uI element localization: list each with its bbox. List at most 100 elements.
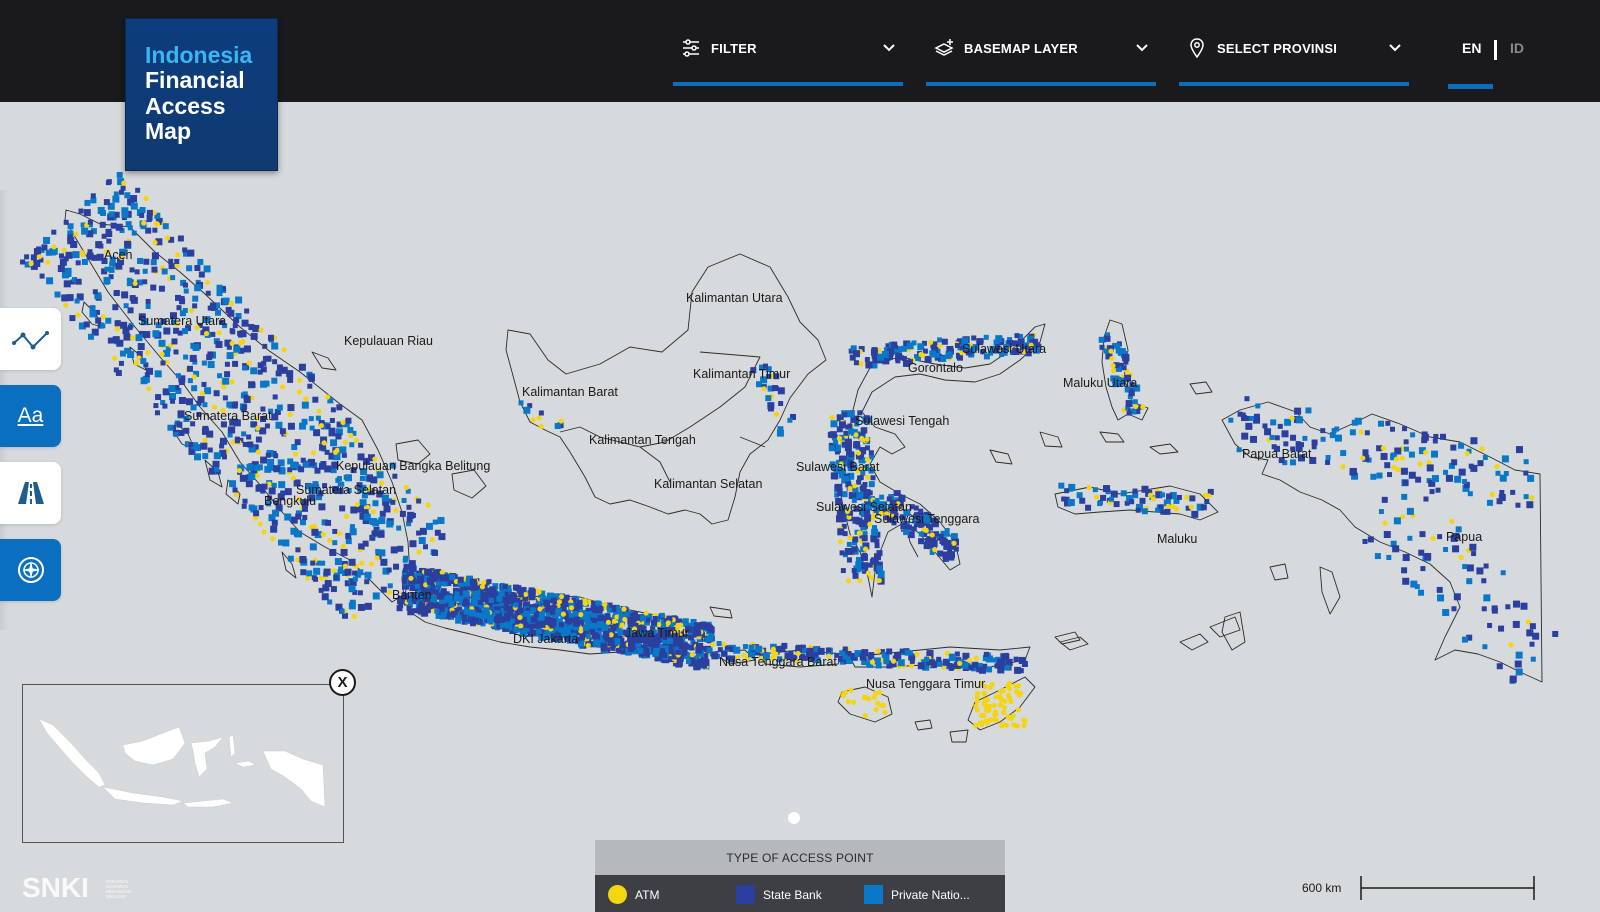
access-point-marker (1437, 534, 1443, 540)
access-point-marker (578, 641, 585, 648)
access-point-marker (1079, 497, 1086, 504)
legend-item-private-bank[interactable]: Private Natio... (864, 885, 970, 904)
access-point-marker (127, 307, 134, 314)
atm-marker (246, 360, 252, 366)
atm-marker (63, 302, 69, 308)
access-point-marker (186, 365, 193, 372)
access-point-marker (1141, 485, 1149, 493)
layers-add-icon (934, 39, 954, 56)
road-icon (17, 482, 44, 504)
access-point-marker (644, 651, 650, 657)
access-point-marker (279, 428, 286, 435)
access-point-marker (118, 360, 124, 366)
atm-marker (914, 651, 920, 658)
lang-en-toggle[interactable]: EN (1462, 40, 1481, 56)
access-point-marker (1241, 432, 1249, 440)
access-point-marker (253, 464, 260, 471)
access-point-marker (103, 199, 110, 206)
atm-marker (848, 687, 854, 693)
access-point-marker (364, 602, 372, 610)
atm-marker (354, 501, 360, 508)
atm-marker (359, 560, 365, 566)
access-point-marker (192, 343, 200, 351)
label-tool-button[interactable]: Aa (0, 385, 61, 447)
access-point-marker (518, 400, 524, 406)
atm-marker (112, 355, 118, 361)
label-banten: Banten (392, 588, 432, 602)
access-point-marker (287, 422, 295, 430)
access-point-marker (1458, 442, 1465, 449)
access-point-marker (390, 546, 398, 554)
atm-marker (538, 423, 544, 430)
lang-id-toggle[interactable]: ID (1510, 40, 1524, 56)
atm-marker (36, 254, 43, 260)
access-point-marker (602, 645, 608, 651)
access-point-marker (1264, 428, 1272, 436)
access-point-marker (87, 249, 93, 255)
access-point-marker (134, 269, 140, 275)
access-point-marker (339, 505, 346, 512)
access-point-marker (523, 622, 529, 628)
access-point-marker (146, 367, 154, 375)
legend-item-atm[interactable]: ATM (608, 885, 659, 904)
access-point-marker (1098, 336, 1105, 343)
atm-marker (121, 180, 127, 186)
access-point-marker (856, 479, 862, 485)
basemap-layer-dropdown[interactable]: BASEMAP LAYER (926, 30, 1156, 86)
atm-marker (159, 351, 165, 357)
overview-close-button[interactable]: X (329, 669, 356, 696)
access-point-marker (63, 256, 69, 262)
private-bank-swatch (864, 885, 883, 904)
pager-dot[interactable] (788, 812, 800, 824)
access-point-marker (1520, 602, 1528, 610)
line-chart-tool-button[interactable] (0, 308, 61, 370)
access-point-marker (255, 436, 262, 443)
access-point-marker (874, 543, 880, 549)
access-point-marker (222, 297, 230, 305)
overview-map[interactable] (22, 684, 344, 843)
atm-marker (957, 660, 963, 667)
access-point-marker (396, 525, 402, 531)
access-point-marker (1401, 493, 1408, 500)
atm-marker (585, 642, 591, 649)
access-point-marker (194, 264, 201, 271)
access-point-marker (1383, 531, 1391, 539)
label-kalimantan-timur: Kalimantan Timur (693, 367, 790, 381)
access-point-marker (948, 654, 956, 662)
access-point-marker (124, 240, 132, 248)
legend-item-state-bank[interactable]: State Bank (736, 885, 822, 904)
atm-marker (203, 330, 210, 337)
atm-marker (270, 536, 276, 542)
access-point-marker (711, 652, 719, 660)
access-point-marker (242, 365, 248, 371)
svg-text:INKLUSIF: INKLUSIF (106, 894, 127, 899)
road-tool-button[interactable] (0, 462, 61, 524)
access-point-marker (1381, 496, 1388, 503)
atm-marker (689, 652, 695, 658)
select-province-dropdown[interactable]: SELECT PROVINSI (1179, 30, 1409, 86)
access-point-marker (177, 235, 184, 242)
access-point-marker (358, 442, 364, 448)
access-point-marker (495, 613, 503, 621)
atm-marker (537, 606, 543, 612)
access-point-marker (146, 217, 152, 223)
access-point-marker (425, 522, 433, 530)
compass-tool-button[interactable] (0, 539, 61, 601)
atm-marker (73, 231, 79, 237)
access-point-marker (298, 422, 306, 430)
access-point-marker (1453, 593, 1461, 601)
filter-dropdown[interactable]: FILTER (673, 30, 903, 86)
access-point-marker (1311, 439, 1318, 446)
access-point-marker (1466, 564, 1474, 572)
access-point-marker (943, 530, 950, 537)
access-point-marker (1476, 567, 1484, 575)
access-point-marker (1499, 474, 1507, 482)
access-point-marker (689, 645, 695, 651)
access-point-marker (303, 461, 310, 468)
access-point-marker (1100, 494, 1107, 501)
atm-marker (852, 483, 858, 489)
access-point-marker (619, 641, 627, 649)
access-point-marker (119, 350, 126, 357)
access-point-marker (435, 613, 441, 619)
access-point-marker (830, 420, 838, 428)
